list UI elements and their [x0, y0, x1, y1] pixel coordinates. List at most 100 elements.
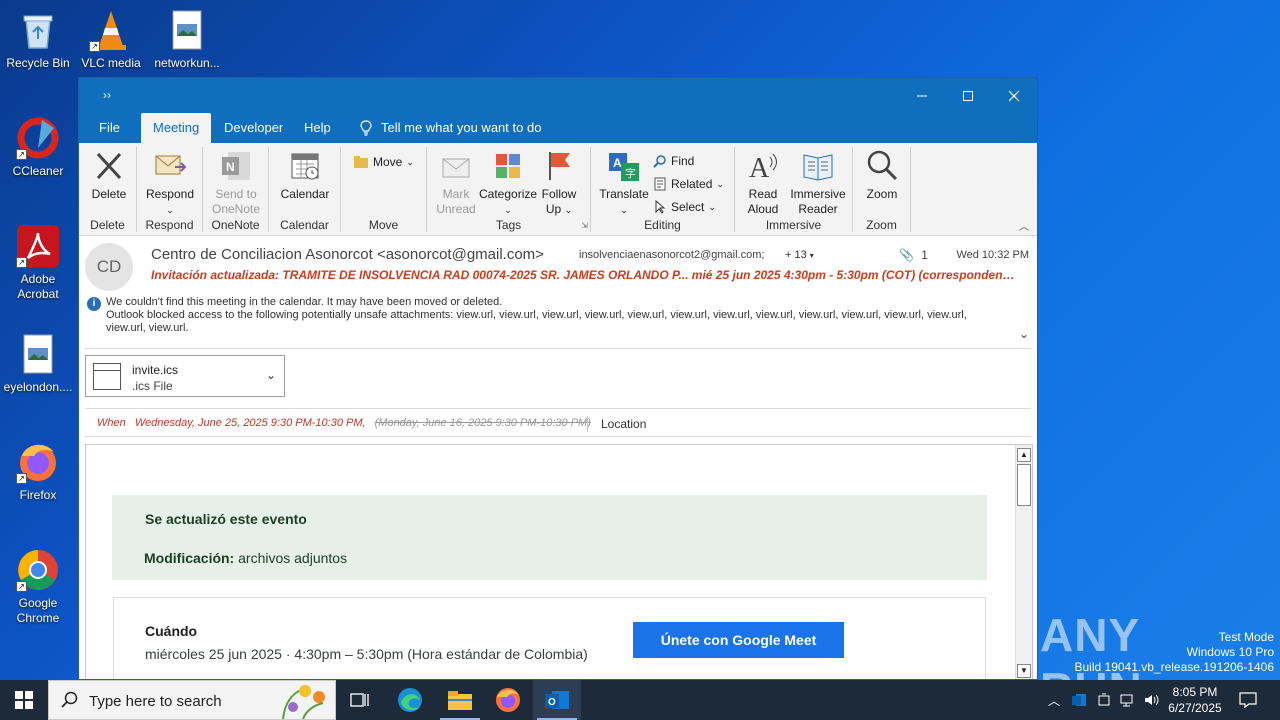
- notifications-icon: [1239, 692, 1257, 708]
- desktop-icon-label: eyelondon....: [3, 380, 73, 394]
- action-center-button[interactable]: [1236, 680, 1260, 720]
- file-explorer-icon: [448, 691, 472, 710]
- desktop-icon-firefox[interactable]: ↗ Firefox: [0, 440, 76, 503]
- recipient[interactable]: insolvenciaenasonorcot2@gmail.com;: [579, 249, 764, 261]
- group-immersive: A Read Aloud Immersive Reader Immersive: [735, 147, 853, 232]
- scroll-down-arrow-icon[interactable]: ▼: [1017, 664, 1031, 678]
- move-button[interactable]: Move ⌄: [353, 155, 414, 169]
- collapse-ribbon-icon[interactable]: ︿: [1019, 218, 1029, 233]
- body-scrollbar[interactable]: ▲ ▼: [1015, 445, 1032, 679]
- search-icon: [61, 691, 78, 708]
- attachment-dropdown-chevron-icon[interactable]: ⌄: [266, 368, 276, 382]
- taskbar-firefox[interactable]: [484, 680, 532, 720]
- more-recipients[interactable]: + 13 ▾: [785, 249, 814, 261]
- sender[interactable]: Centro de Conciliacion Asonorcot <asonor…: [151, 246, 544, 263]
- svg-text:N: N: [226, 160, 235, 174]
- desktop-icon-ccleaner[interactable]: ↗ CCleaner: [0, 116, 76, 179]
- windows-logo-icon: [15, 691, 33, 709]
- select-button[interactable]: Select ⌄: [653, 200, 716, 214]
- group-respond: Respond ⌄ Respond: [137, 147, 203, 232]
- translate-button[interactable]: A字 Translate ⌄: [593, 149, 655, 218]
- group-label-onenote: OneNote: [211, 218, 260, 232]
- lightbulb-icon: [360, 120, 372, 136]
- desktop-icon-google-chrome[interactable]: ↗ Google Chrome: [0, 548, 76, 626]
- info-icon: i: [87, 297, 101, 311]
- task-view-icon: [350, 693, 369, 707]
- desktop-icon-label: Recycle Bin: [6, 56, 70, 70]
- mark-unread-button[interactable]: Mark Unread: [431, 149, 481, 217]
- taskbar-search[interactable]: Type here to search: [48, 680, 336, 720]
- ribbon-tabs: File Meeting Developer Help Tell me what…: [79, 113, 1037, 143]
- task-view-button[interactable]: [336, 680, 384, 720]
- divider: [85, 436, 1031, 437]
- show-hidden-icons-chevron-icon[interactable]: ︿: [1044, 680, 1064, 720]
- group-label-immersive: Immersive: [765, 218, 822, 232]
- tray-devices[interactable]: [1093, 680, 1115, 720]
- notice-title: Se actualizó este evento: [145, 511, 307, 527]
- folder-move-icon: [354, 156, 368, 168]
- test-mode-text: Test Mode: [1218, 630, 1274, 644]
- when-heading: Cuándo: [145, 623, 198, 639]
- respond-button[interactable]: Respond ⌄: [141, 149, 199, 218]
- tray-device-icon: [1098, 693, 1110, 706]
- desktop-icon-eyelondon[interactable]: eyelondon....: [0, 332, 76, 395]
- zoom-button[interactable]: Zoom: [857, 149, 907, 202]
- expand-infobar-chevron-icon[interactable]: ⌄: [1019, 327, 1029, 341]
- calendar-button[interactable]: Calendar: [275, 149, 335, 202]
- quick-access-toolbar-toggle[interactable]: ››: [103, 88, 111, 102]
- desktop-icon-label: networkun...: [154, 56, 220, 70]
- taskbar-outlook[interactable]: O: [533, 680, 581, 720]
- categorize-button[interactable]: Categorize ⌄: [479, 149, 537, 218]
- join-google-meet-button[interactable]: Únete con Google Meet: [633, 622, 844, 658]
- edge-icon: [398, 688, 422, 712]
- clock-date: 6/27/2025: [1168, 701, 1222, 715]
- immersive-reader-icon: [801, 149, 835, 183]
- taskbar-file-explorer[interactable]: [436, 680, 484, 720]
- start-button[interactable]: [0, 680, 48, 720]
- minimize-button[interactable]: [899, 78, 945, 113]
- image-file-icon: [165, 8, 209, 52]
- tell-me-search[interactable]: Tell me what you want to do: [347, 113, 553, 143]
- shortcut-arrow-icon: ↗: [16, 257, 27, 268]
- tab-meeting[interactable]: Meeting: [141, 113, 212, 143]
- chrome-icon: ↗: [16, 548, 60, 592]
- find-button[interactable]: Find: [653, 154, 694, 168]
- scroll-up-arrow-icon[interactable]: ▲: [1017, 448, 1031, 462]
- desktop-icon-adobe-acrobat[interactable]: ↗ Adobe Acrobat: [0, 224, 76, 302]
- search-placeholder: Type here to search: [89, 693, 222, 710]
- delete-button[interactable]: Delete: [83, 149, 135, 202]
- group-label-editing: Editing: [644, 218, 681, 232]
- maximize-button[interactable]: [945, 78, 991, 113]
- tray-outlook[interactable]: [1068, 680, 1090, 720]
- tray-volume[interactable]: [1140, 680, 1162, 720]
- scroll-thumb[interactable]: [1017, 464, 1031, 506]
- dialog-launcher-icon[interactable]: ⇲: [581, 221, 588, 230]
- select-cursor-icon: [655, 200, 666, 214]
- shortcut-arrow-icon: ↗: [16, 581, 27, 592]
- close-button[interactable]: [991, 78, 1037, 113]
- send-to-onenote-button[interactable]: N Send to OneNote: [207, 149, 265, 217]
- read-aloud-button[interactable]: A Read Aloud: [737, 149, 789, 217]
- follow-up-button[interactable]: Follow Up ⌄: [537, 149, 581, 218]
- tray-network[interactable]: [1116, 680, 1138, 720]
- group-editing: A字 Translate ⌄ Find Related ⌄ Select ⌄ Edit…: [591, 147, 735, 232]
- paperclip-icon: 📎: [899, 248, 914, 262]
- desktop-icon-recycle-bin[interactable]: Recycle Bin: [0, 8, 76, 71]
- related-button[interactable]: Related ⌄: [653, 177, 724, 191]
- tab-help[interactable]: Help: [292, 113, 343, 143]
- svg-text:A: A: [749, 153, 770, 183]
- tab-developer[interactable]: Developer: [212, 113, 295, 143]
- calendar-icon: [288, 149, 322, 183]
- desktop-icon-vlc[interactable]: ↗ VLC media: [73, 8, 149, 71]
- system-clock[interactable]: 8:05 PM 6/27/2025: [1160, 684, 1230, 716]
- desktop-icon-networkun[interactable]: networkun...: [149, 8, 225, 71]
- shortcut-arrow-icon: ↗: [16, 149, 27, 160]
- attachment-invite-ics[interactable]: invite.ics .ics File ⌄: [85, 355, 285, 397]
- taskbar-edge[interactable]: [386, 680, 434, 720]
- attachment-count: 📎 1: [899, 248, 928, 262]
- location-label: Location: [601, 417, 647, 431]
- desktop-icon-label: Google Chrome: [16, 596, 60, 625]
- info-blocked-attachments: Outlook blocked access to the following …: [106, 309, 967, 334]
- tab-file[interactable]: File: [87, 113, 132, 143]
- immersive-reader-button[interactable]: Immersive Reader: [785, 149, 851, 217]
